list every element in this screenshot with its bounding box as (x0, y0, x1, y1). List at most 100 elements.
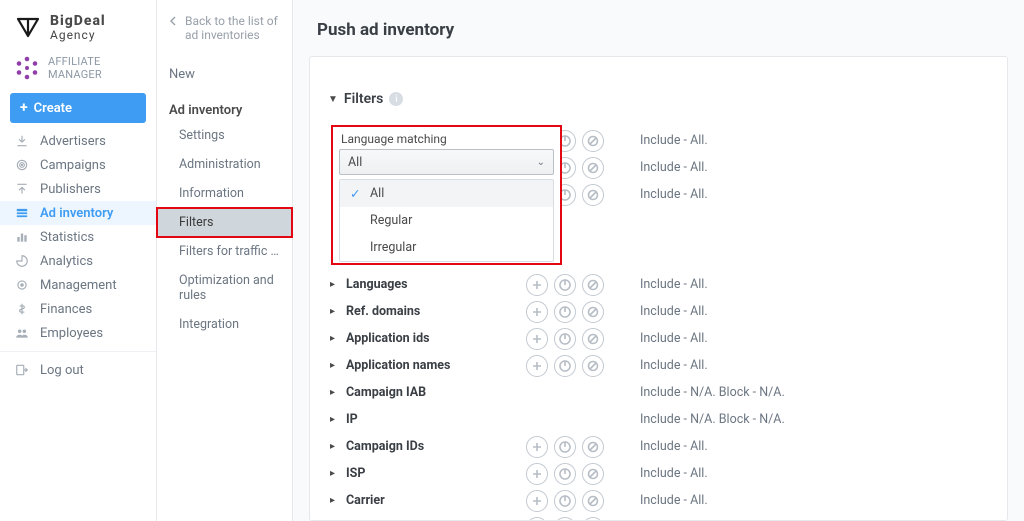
filter-name[interactable]: ISP (340, 466, 526, 481)
subnav-item[interactable]: Settings (157, 121, 292, 150)
language-matching-options: ✓ All Regular Irregular (339, 179, 554, 262)
nav-item-label: Advertisers (40, 134, 106, 149)
filter-controls (526, 355, 622, 377)
toggle-button[interactable] (554, 490, 576, 512)
expand-icon[interactable]: ▸ (330, 333, 340, 344)
nav-item-statistics[interactable]: Statistics (0, 225, 156, 249)
toggle-button[interactable] (554, 463, 576, 485)
expand-icon[interactable]: ▸ (330, 279, 340, 290)
language-matching-dropdown: Language matching All ⌄ ✓ All Regular Ir… (331, 125, 562, 265)
filter-name[interactable]: Application ids (340, 331, 526, 346)
add-button[interactable] (526, 328, 548, 350)
add-button[interactable] (526, 463, 548, 485)
expand-icon[interactable]: ▸ (330, 360, 340, 371)
page-title: Push ad inventory (293, 0, 1024, 44)
block-button[interactable] (582, 517, 604, 521)
expand-icon[interactable]: ▸ (330, 387, 340, 398)
ad-inventory-icon (14, 206, 30, 220)
add-button[interactable] (526, 490, 548, 512)
subnav-item[interactable]: Information (157, 179, 292, 208)
language-matching-label: Language matching (339, 132, 554, 149)
toggle-button[interactable] (554, 301, 576, 323)
info-icon[interactable]: i (389, 92, 403, 106)
subnav-item[interactable]: Optimization and rules (157, 266, 292, 310)
block-button[interactable] (582, 274, 604, 296)
toggle-button[interactable] (554, 436, 576, 458)
filter-controls (526, 517, 622, 521)
brand-logo[interactable]: BigDeal Agency (0, 0, 156, 51)
filter-controls (526, 463, 622, 485)
filter-status: Include - All. (622, 331, 708, 346)
filter-status: Include - All. (622, 493, 708, 508)
block-button[interactable] (582, 355, 604, 377)
filter-status: Include - All. (622, 277, 708, 292)
subnav-item[interactable]: Integration (157, 310, 292, 339)
filter-row: ▸ISP Include - All. (330, 460, 987, 487)
logout-item[interactable]: Log out (0, 358, 156, 382)
block-button[interactable] (582, 328, 604, 350)
back-link[interactable]: Back to the list ofad inventories (157, 0, 292, 49)
add-button[interactable] (526, 436, 548, 458)
expand-icon[interactable]: ▸ (330, 495, 340, 506)
subnav-item[interactable]: Administration (157, 150, 292, 179)
filters-section-header[interactable]: ▼ Filters i (310, 57, 1007, 121)
expand-icon[interactable]: ▸ (330, 306, 340, 317)
toggle-button[interactable] (554, 274, 576, 296)
nav-item-label: Employees (40, 326, 103, 341)
expand-icon[interactable]: ▸ (330, 441, 340, 452)
add-button[interactable] (526, 517, 548, 521)
create-button[interactable]: + Create (10, 93, 146, 123)
main-area: Push ad inventory ▼ Filters i Include - … (293, 0, 1024, 521)
language-matching-select[interactable]: All ⌄ (339, 149, 554, 175)
filter-name[interactable]: Campaign IAB (340, 385, 526, 400)
create-label: Create (34, 101, 72, 116)
filter-row: ▸Languages Include - All. (330, 271, 987, 298)
toggle-button[interactable] (554, 328, 576, 350)
filter-name[interactable]: Languages (340, 277, 526, 292)
option-regular[interactable]: Regular (340, 207, 553, 234)
filter-name[interactable]: IP (340, 412, 526, 427)
toggle-button[interactable] (554, 517, 576, 521)
filter-name[interactable]: Ref. domains (340, 304, 526, 319)
subnav-item[interactable]: Filters (157, 208, 292, 237)
filter-row: ▸Application namesInclude - All. (330, 352, 987, 379)
block-button[interactable] (582, 301, 604, 323)
filters-section-label: Filters (344, 91, 383, 107)
finances-icon (14, 302, 30, 316)
nav-item-publishers[interactable]: Publishers (0, 177, 156, 201)
statistics-icon (14, 230, 30, 244)
block-button[interactable] (582, 157, 604, 179)
block-button[interactable] (582, 436, 604, 458)
add-button[interactable] (526, 301, 548, 323)
nav-item-employees[interactable]: Employees (0, 321, 156, 345)
nav-item-management[interactable]: Management (0, 273, 156, 297)
block-button[interactable] (582, 463, 604, 485)
subnav-item[interactable]: Filters for traffic sour... (157, 237, 292, 266)
filter-name[interactable]: Carrier (340, 493, 526, 508)
toggle-button[interactable] (554, 355, 576, 377)
filter-name[interactable]: Application names (340, 358, 526, 373)
filter-name[interactable]: Campaign IDs (340, 439, 526, 454)
affiliate-label: AFFILIATE MANAGER (48, 55, 142, 81)
nav-item-finances[interactable]: Finances (0, 297, 156, 321)
nav-item-ad-inventory[interactable]: Ad inventory (0, 201, 156, 225)
block-button[interactable] (582, 490, 604, 512)
option-all[interactable]: ✓ All (340, 180, 553, 207)
nav-item-label: Campaigns (40, 158, 106, 173)
add-button[interactable] (526, 274, 548, 296)
block-button[interactable] (582, 130, 604, 152)
block-button[interactable] (582, 184, 604, 206)
expand-icon[interactable]: ▸ (330, 414, 340, 425)
language-matching-value: All (348, 155, 362, 170)
employees-icon (14, 326, 30, 340)
affiliate-row[interactable]: AFFILIATE MANAGER (0, 51, 156, 87)
expand-icon[interactable]: ▸ (330, 468, 340, 479)
brand-text: BigDeal Agency (50, 14, 106, 41)
nav-item-campaigns[interactable]: Campaigns (0, 153, 156, 177)
nav-item-advertisers[interactable]: Advertisers (0, 129, 156, 153)
filter-status: Include - All. (622, 187, 708, 202)
nav-item-analytics[interactable]: Analytics (0, 249, 156, 273)
filter-status: Include - All. (622, 466, 708, 481)
option-irregular[interactable]: Irregular (340, 234, 553, 261)
add-button[interactable] (526, 355, 548, 377)
